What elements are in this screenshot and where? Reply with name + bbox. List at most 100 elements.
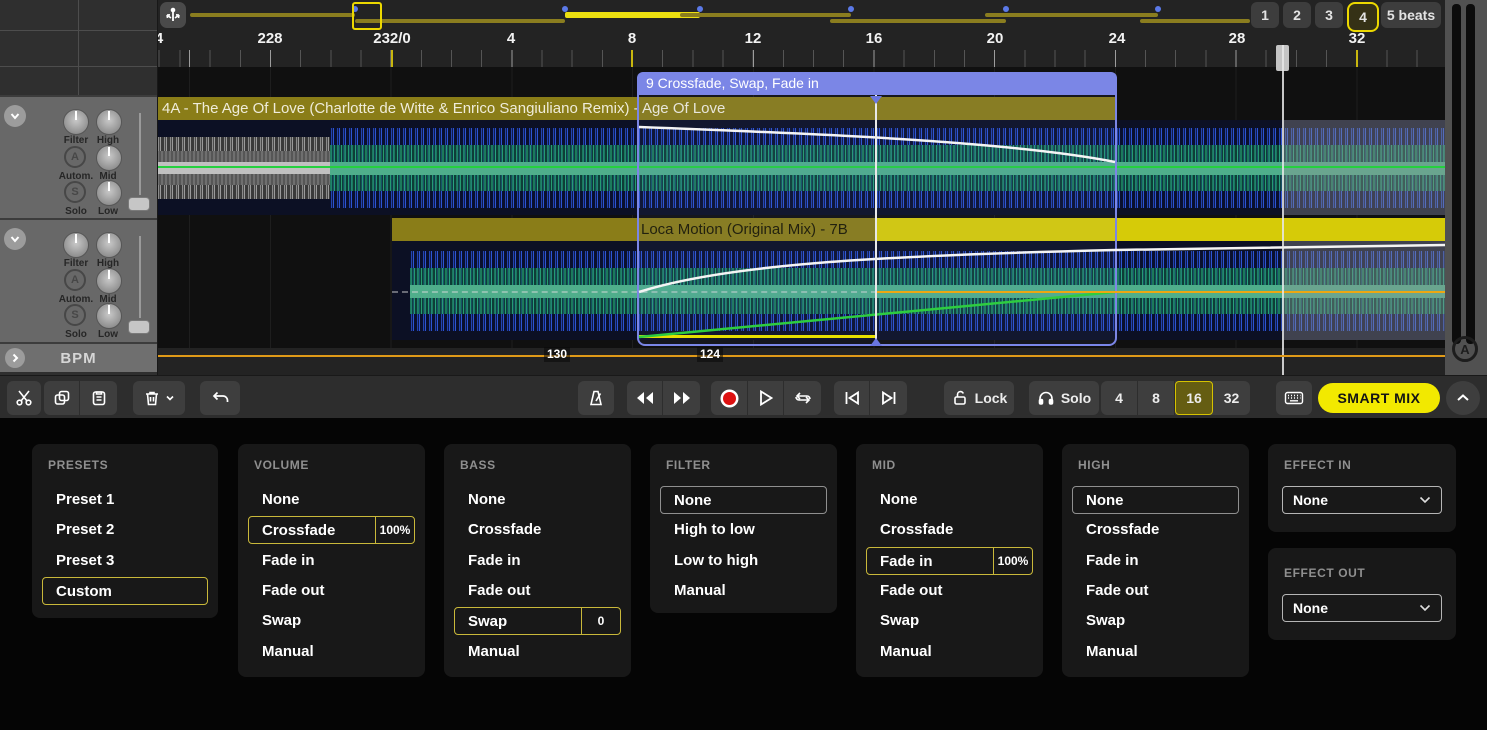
playhead-line[interactable]	[1282, 45, 1284, 375]
solo-toggle[interactable]: S	[64, 181, 86, 203]
zoom-level-8[interactable]: 8	[1138, 381, 1175, 415]
cut-button[interactable]	[7, 381, 41, 415]
keyboard-shortcuts-button[interactable]	[1276, 381, 1312, 415]
mid-option[interactable]: Manual	[880, 642, 932, 662]
overview-transition-dot[interactable]	[1003, 6, 1009, 12]
filter-option[interactable]: Low to high	[674, 551, 758, 571]
high-option[interactable]: Swap	[1086, 611, 1125, 631]
ruler-label: 16	[866, 30, 883, 47]
knob-label: Solo	[65, 329, 87, 340]
scissors-icon	[15, 389, 33, 407]
effect-out-select[interactable]: None	[1282, 594, 1442, 622]
metronome-button[interactable]	[578, 381, 614, 415]
expand-bpm-lane-button[interactable]	[5, 348, 25, 368]
automation-toggle[interactable]: A	[64, 146, 86, 168]
smart-mix-button[interactable]: SMART MIX	[1318, 383, 1440, 413]
high-option[interactable]: Manual	[1086, 642, 1138, 662]
beats-mode-button[interactable]: 5 beats	[1381, 2, 1441, 28]
collapse-channel-button[interactable]	[4, 105, 26, 127]
transition-label[interactable]: 9 Crossfade, Swap, Fade in	[637, 72, 1117, 95]
high-option[interactable]: Fade out	[1086, 581, 1149, 601]
rewind-button[interactable]	[627, 381, 663, 415]
bass-option[interactable]: Manual	[468, 642, 520, 662]
volume-option[interactable]: Fade in	[262, 551, 315, 571]
delete-button[interactable]	[133, 381, 185, 415]
overview-transition-dot[interactable]	[697, 6, 703, 12]
zoom-level-4[interactable]: 4	[1101, 381, 1138, 415]
high-option-selected[interactable]: None	[1072, 486, 1239, 514]
mid-eq-knob[interactable]	[96, 268, 122, 294]
overview-transition-dot[interactable]	[1155, 6, 1161, 12]
bar-count-button-3[interactable]: 3	[1315, 2, 1343, 28]
skip-to-start-button[interactable]	[834, 381, 870, 415]
preset-option[interactable]: Preset 3	[56, 551, 114, 571]
filter-knob[interactable]	[63, 109, 89, 135]
high-option[interactable]: Fade in	[1086, 551, 1139, 571]
bass-option[interactable]: Fade in	[468, 551, 521, 571]
skip-to-end-button[interactable]	[870, 381, 907, 415]
overview-transition-dot[interactable]	[848, 6, 854, 12]
low-eq-knob[interactable]	[96, 303, 122, 329]
transition-divider-handle[interactable]	[875, 95, 877, 346]
filter-option[interactable]: Manual	[674, 581, 726, 601]
volume-option[interactable]: Manual	[262, 642, 314, 662]
bass-option-selected[interactable]: Swap 0	[454, 607, 621, 635]
zoom-level-32[interactable]: 32	[1213, 381, 1250, 415]
transition-region[interactable]: 9 Crossfade, Swap, Fade in	[637, 72, 1117, 346]
volume-option-selected[interactable]: Crossfade 100%	[248, 516, 415, 544]
bar-count-button-4[interactable]: 4	[1347, 2, 1379, 32]
mid-option[interactable]: Swap	[880, 611, 919, 631]
paste-button[interactable]	[80, 381, 117, 415]
mid-option-selected[interactable]: Fade in 100%	[866, 547, 1033, 575]
bass-option[interactable]: None	[468, 490, 506, 510]
filter-knob[interactable]	[63, 232, 89, 258]
solo-button[interactable]: Solo	[1029, 381, 1099, 415]
bass-option[interactable]: Fade out	[468, 581, 531, 601]
collapse-editor-button[interactable]	[1446, 381, 1480, 415]
mid-option[interactable]: Fade out	[880, 581, 943, 601]
filter-option-selected[interactable]: None	[660, 486, 827, 514]
mid-option-value[interactable]: 100%	[993, 548, 1032, 574]
effect-in-select[interactable]: None	[1282, 486, 1442, 514]
mid-option[interactable]: None	[880, 490, 918, 510]
volume-option[interactable]: Fade out	[262, 581, 325, 601]
volume-fader-handle[interactable]	[128, 320, 150, 334]
zoom-level-16[interactable]: 16	[1175, 381, 1213, 415]
overview-transition-dot[interactable]	[562, 6, 568, 12]
bass-option[interactable]: Crossfade	[468, 520, 541, 540]
preset-option-selected[interactable]: Custom	[42, 577, 208, 605]
mixer-button[interactable]	[160, 2, 186, 28]
record-button[interactable]	[711, 381, 748, 415]
overview-track-segment	[830, 19, 1006, 23]
preset-option[interactable]: Preset 2	[56, 520, 114, 540]
preset-option[interactable]: Preset 1	[56, 490, 114, 510]
volume-fader-handle[interactable]	[128, 197, 150, 211]
volume-option[interactable]: None	[262, 490, 300, 510]
high-option[interactable]: Crossfade	[1086, 520, 1159, 540]
bpm-automation-line[interactable]	[157, 355, 1445, 357]
bar-count-button-1[interactable]: 1	[1251, 2, 1279, 28]
overview-viewport-box[interactable]	[352, 2, 382, 30]
solo-toggle[interactable]: S	[64, 304, 86, 326]
fast-forward-button[interactable]	[663, 381, 700, 415]
lock-button[interactable]: Lock	[944, 381, 1014, 415]
preset-option-label: Custom	[43, 578, 207, 604]
low-eq-knob[interactable]	[96, 180, 122, 206]
loop-button[interactable]	[784, 381, 821, 415]
play-button[interactable]	[748, 381, 784, 415]
undo-button[interactable]	[200, 381, 240, 415]
transition-editor: PRESETS Preset 1 Preset 2 Preset 3 Custo…	[0, 418, 1487, 730]
filter-option[interactable]: High to low	[674, 520, 755, 540]
collapse-channel-button[interactable]	[4, 228, 26, 250]
automation-toggle[interactable]: A	[64, 269, 86, 291]
mid-eq-knob[interactable]	[96, 145, 122, 171]
bar-count-button-2[interactable]: 2	[1283, 2, 1311, 28]
mid-option[interactable]: Crossfade	[880, 520, 953, 540]
copy-button[interactable]	[44, 381, 80, 415]
overview-track-segment	[985, 13, 1158, 17]
bass-option-value[interactable]: 0	[581, 608, 620, 634]
volume-option-value[interactable]: 100%	[375, 517, 414, 543]
volume-option[interactable]: Swap	[262, 611, 301, 631]
high-eq-knob[interactable]	[96, 232, 122, 258]
high-eq-knob[interactable]	[96, 109, 122, 135]
